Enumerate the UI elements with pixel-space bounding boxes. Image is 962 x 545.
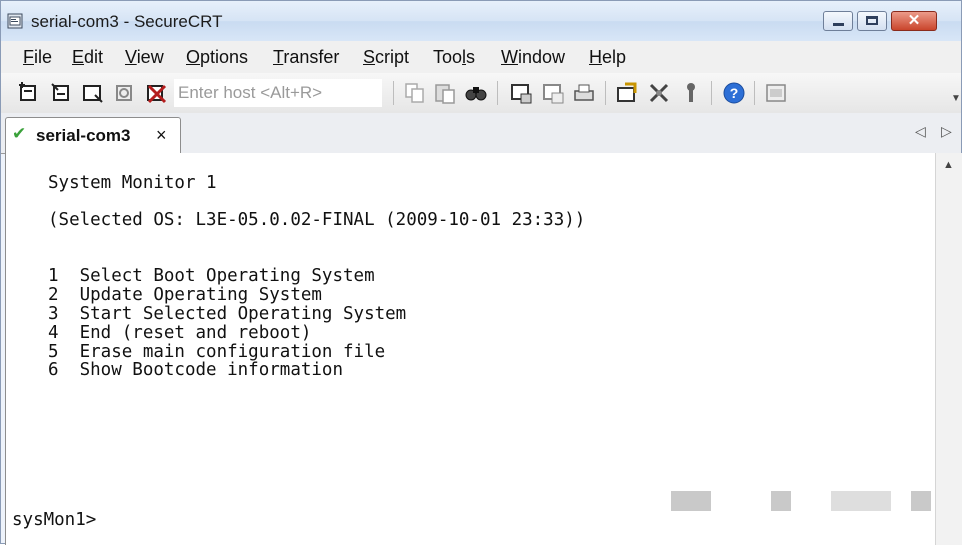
session-options-icon[interactable] [509, 81, 533, 105]
menu-tools[interactable]: Tools [433, 47, 475, 68]
menu-view[interactable]: View [125, 47, 164, 68]
global-options-icon[interactable] [541, 81, 565, 105]
help-icon[interactable]: ? [722, 81, 746, 105]
terminal-line: 4 End (reset and reboot) [48, 323, 312, 343]
connect-tab-icon[interactable] [81, 81, 105, 105]
disconnect-icon[interactable] [144, 81, 168, 105]
keymap-icon[interactable] [647, 81, 671, 105]
menu-script[interactable]: Script [363, 47, 409, 68]
copy-icon[interactable] [403, 81, 427, 105]
quick-connect-icon[interactable] [49, 81, 73, 105]
menu-edit[interactable]: Edit [72, 47, 103, 68]
watermark-block [671, 491, 711, 511]
terminal-scrollbar[interactable]: ▲ [935, 153, 962, 545]
toolbar-overflow-icon[interactable]: ▼ [951, 93, 961, 104]
window-title: serial-com3 - SecureCRT [31, 12, 223, 31]
close-button[interactable]: ✕ [891, 11, 937, 31]
toolbar-separator [393, 81, 394, 105]
app-icon [7, 13, 23, 29]
svg-text:?: ? [730, 85, 739, 101]
tab-scroll-right-icon[interactable]: ▷ [941, 123, 952, 140]
tab-scroll-left-icon[interactable]: ◁ [915, 123, 926, 140]
menu-transfer[interactable]: Transfer [273, 47, 339, 68]
securecrt-window: serial-com3 - SecureCRT ✕ File Edit View… [0, 0, 962, 545]
terminal-line: 1 Select Boot Operating System [48, 266, 375, 286]
sftp-icon[interactable] [615, 81, 639, 105]
tab-bar: ✔ serial-com3 × ◁ ▷ [1, 113, 961, 154]
key-icon[interactable] [679, 81, 703, 105]
toolbar-separator [711, 81, 712, 105]
close-icon: ✕ [907, 12, 921, 29]
toolbar: ? ▼ [1, 73, 961, 114]
watermark-block [911, 491, 931, 511]
terminal-area[interactable]: System Monitor 1 (Selected OS: L3E-05.0.… [5, 153, 935, 545]
menu-file[interactable]: File [23, 47, 52, 68]
watermark-block [771, 491, 791, 511]
host-input[interactable] [174, 79, 382, 107]
terminal-line: 6 Show Bootcode information [48, 360, 344, 380]
screenshot-icon[interactable] [764, 81, 788, 105]
minimize-icon [833, 23, 844, 26]
title-bar[interactable]: serial-com3 - SecureCRT ✕ [1, 1, 961, 41]
menu-help[interactable]: Help [589, 47, 626, 68]
maximize-icon [866, 16, 878, 25]
check-icon: ✔ [12, 124, 27, 143]
menu-bar: File Edit View Options Transfer Script T… [1, 41, 961, 73]
terminal-line: (Selected OS: L3E-05.0.02-FINAL (2009-10… [48, 210, 586, 230]
print-icon[interactable] [572, 81, 596, 105]
terminal-prompt: sysMon1> [12, 510, 97, 530]
paste-icon[interactable] [433, 81, 457, 105]
terminal-line: 3 Start Selected Operating System [48, 304, 407, 324]
terminal-line: 2 Update Operating System [48, 285, 322, 305]
menu-window[interactable]: Window [501, 47, 565, 68]
find-icon[interactable] [464, 81, 488, 105]
tab-label: serial-com3 [36, 126, 131, 145]
minimize-button[interactable] [823, 11, 853, 31]
toolbar-separator [497, 81, 498, 105]
scroll-up-icon[interactable]: ▲ [943, 159, 954, 171]
toolbar-separator [754, 81, 755, 105]
tab-serial-com3[interactable]: ✔ serial-com3 × [5, 117, 181, 154]
menu-options[interactable]: Options [186, 47, 248, 68]
tab-close-button[interactable]: × [156, 125, 167, 146]
watermark-block [831, 491, 891, 511]
connect-icon[interactable] [17, 81, 41, 105]
terminal-line: 5 Erase main configuration file [48, 342, 386, 362]
maximize-button[interactable] [857, 11, 887, 31]
reconnect-icon[interactable] [113, 81, 137, 105]
terminal-line: System Monitor 1 [48, 173, 217, 193]
toolbar-separator [605, 81, 606, 105]
